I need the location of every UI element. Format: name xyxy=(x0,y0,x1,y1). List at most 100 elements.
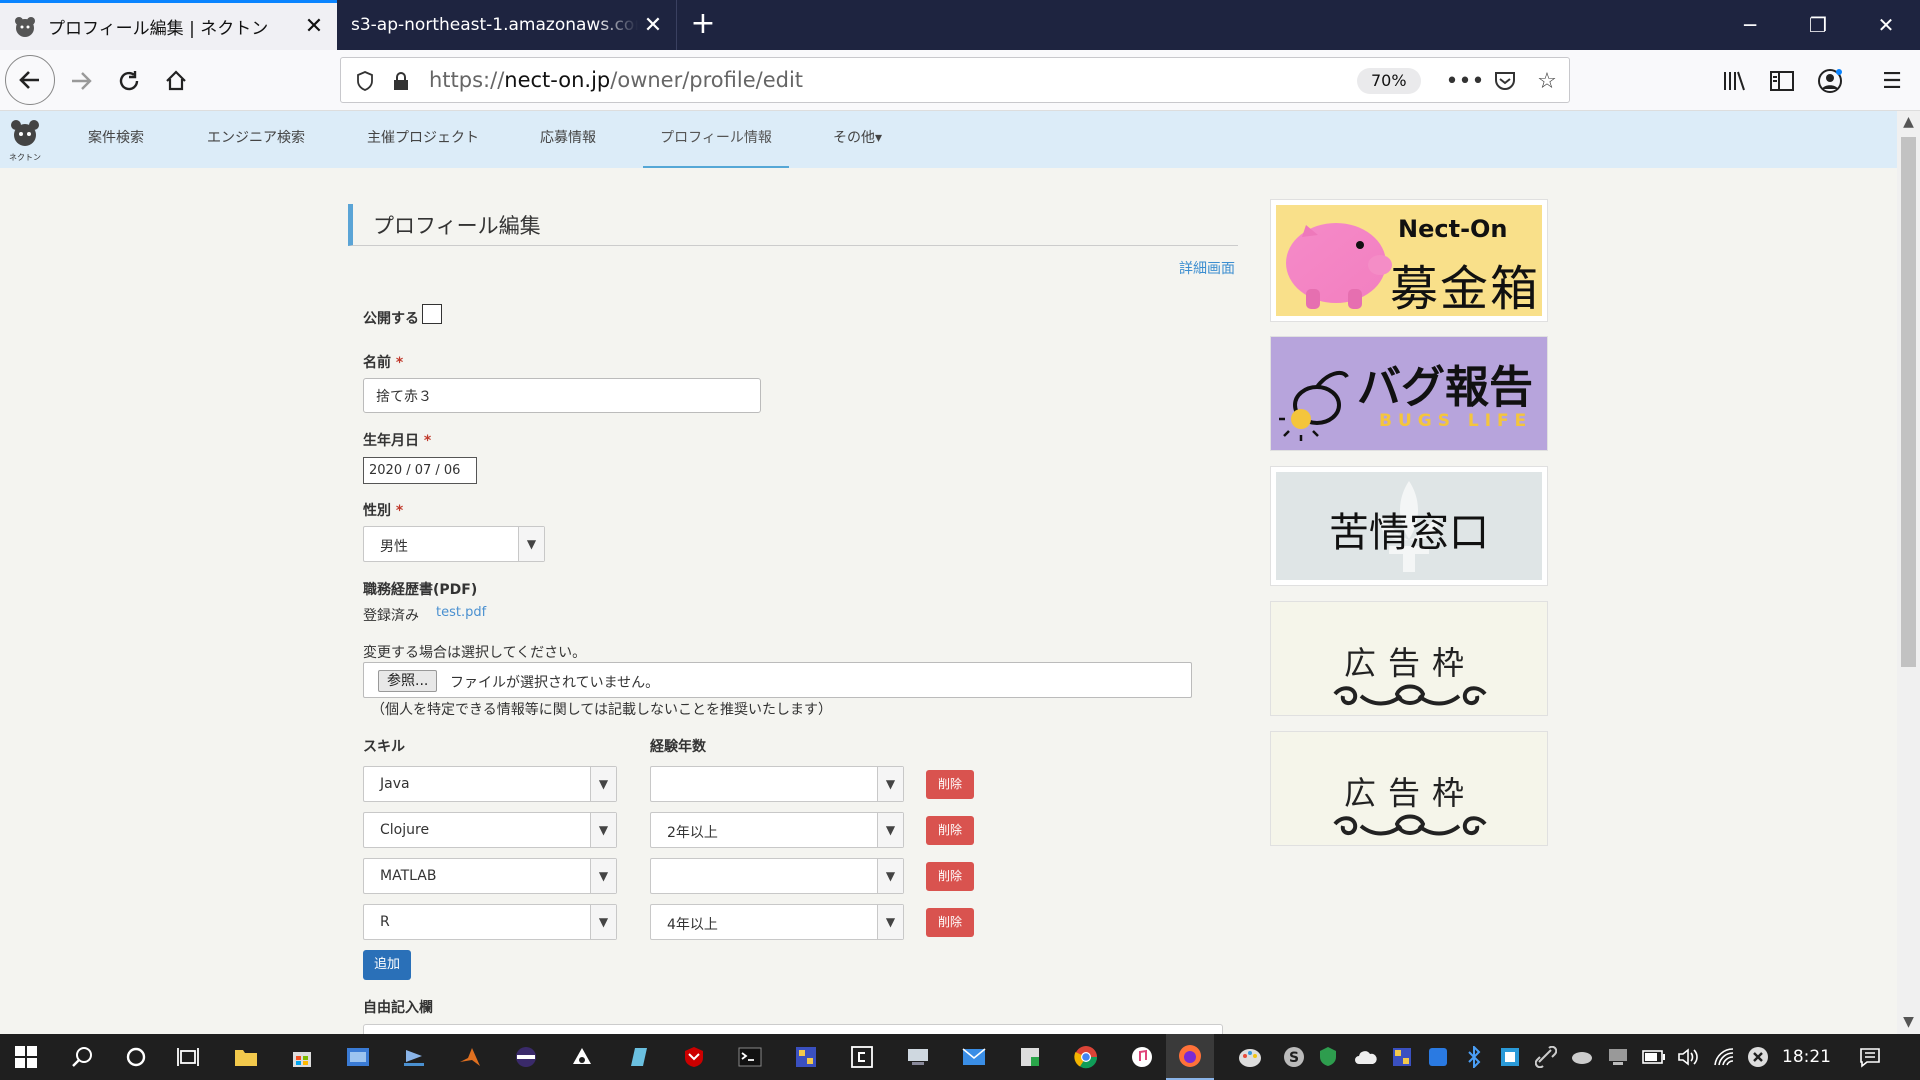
eclipse-icon[interactable] xyxy=(504,1034,548,1080)
store-icon[interactable] xyxy=(280,1034,324,1080)
git-app-icon[interactable] xyxy=(560,1034,604,1080)
site-logo[interactable]: ネクトン xyxy=(8,119,42,163)
skill-value: MATLAB xyxy=(380,868,437,884)
menu-hamburger-icon[interactable]: ☰ xyxy=(1870,56,1914,106)
more-actions-icon[interactable]: ••• xyxy=(1445,58,1485,104)
delete-skill-button[interactable]: 削除 xyxy=(926,816,974,845)
years-select[interactable]: 2年以上 ▼ xyxy=(650,812,904,848)
remote-desktop-icon[interactable] xyxy=(392,1034,436,1080)
skill-select[interactable]: R ▼ xyxy=(363,904,617,940)
code-editor-icon[interactable] xyxy=(840,1034,884,1080)
close-tab-icon[interactable]: ✕ xyxy=(299,14,329,39)
detail-view-link[interactable]: 詳細画面 xyxy=(1179,258,1235,278)
scroll-thumb[interactable] xyxy=(1901,137,1916,667)
nav-project-search[interactable]: 案件検索 xyxy=(88,111,144,168)
years-select[interactable]: ▼ xyxy=(650,858,904,894)
firefox-icon[interactable] xyxy=(1166,1034,1214,1080)
paint-app-icon[interactable] xyxy=(1228,1034,1272,1080)
pocket-icon[interactable] xyxy=(1485,58,1525,104)
terminal-icon[interactable] xyxy=(728,1034,772,1080)
add-skill-button[interactable]: 追加 xyxy=(363,950,411,980)
matlab-icon[interactable] xyxy=(448,1034,492,1080)
name-input[interactable]: 捨て赤３ xyxy=(363,378,761,413)
chevron-down-icon: ▼ xyxy=(518,527,544,561)
bug-report-banner[interactable]: バグ報告 BUGS LIFE xyxy=(1270,336,1548,451)
skill-select[interactable]: Clojure ▼ xyxy=(363,812,617,848)
cortana-icon[interactable] xyxy=(114,1034,158,1080)
nav-profile-info[interactable]: プロフィール情報 xyxy=(643,111,789,168)
notification-center-icon[interactable] xyxy=(1848,1034,1892,1080)
tab-s3[interactable]: s3-ap-northeast-1.amazonaws.com ✕ xyxy=(337,0,677,50)
zoom-level[interactable]: 70% xyxy=(1357,68,1421,94)
skill-value: Clojure xyxy=(380,822,430,838)
delete-skill-button[interactable]: 削除 xyxy=(926,908,974,937)
scroll-down-icon[interactable]: ▼ xyxy=(1897,1011,1920,1033)
complaint-window-title: 苦情窓口 xyxy=(1329,510,1489,556)
birthdate-input[interactable]: 2020 / 07 / 06 xyxy=(363,457,477,484)
mcafee-icon[interactable] xyxy=(672,1034,716,1080)
ad-slot-label: 広告枠 xyxy=(1343,644,1476,682)
forward-arrow-icon[interactable] xyxy=(56,56,106,106)
bug-report-title: バグ報告 xyxy=(1357,362,1533,413)
page-scrollbar[interactable]: ▲ ▼ xyxy=(1897,111,1920,1034)
task-view-icon[interactable] xyxy=(166,1034,210,1080)
search-icon[interactable] xyxy=(60,1034,104,1080)
close-tab-icon[interactable]: ✕ xyxy=(638,13,668,38)
file-explorer-icon[interactable] xyxy=(224,1034,268,1080)
nav-other-dropdown[interactable]: その他▾ xyxy=(833,111,882,168)
itunes-icon[interactable] xyxy=(1120,1034,1164,1080)
skill-label: スキル xyxy=(363,739,405,755)
chevron-down-icon: ▼ xyxy=(590,767,616,801)
minimize-icon[interactable]: ─ xyxy=(1716,0,1784,50)
account-icon[interactable] xyxy=(1808,56,1852,106)
sheets-app-icon[interactable] xyxy=(1008,1034,1052,1080)
resume-file-link[interactable]: test.pdf xyxy=(436,605,486,620)
bookmark-star-icon[interactable]: ☆ xyxy=(1527,58,1567,104)
shield-icon[interactable] xyxy=(345,58,385,104)
url-bar[interactable]: https://nect-on.jp/owner/profile/edit 70… xyxy=(340,57,1570,103)
editor-app-icon[interactable] xyxy=(616,1034,660,1080)
close-circle-tray-icon[interactable] xyxy=(1736,1034,1780,1080)
donation-box-banner[interactable]: Nect-On 募金箱 xyxy=(1270,199,1548,322)
taskbar-clock[interactable]: 18:21 xyxy=(1782,1034,1831,1080)
tab-profile-edit[interactable]: プロフィール編集 | ネクトン ✕ xyxy=(0,0,337,50)
sidebar-toggle-icon[interactable] xyxy=(1760,56,1804,106)
chrome-icon[interactable] xyxy=(1064,1034,1108,1080)
donation-banner-title-jp: 募金箱 xyxy=(1390,261,1541,317)
restore-icon[interactable]: ❐ xyxy=(1784,0,1852,50)
windows-start-icon[interactable] xyxy=(4,1034,48,1080)
app-window-icon[interactable] xyxy=(336,1034,380,1080)
reload-icon[interactable] xyxy=(104,56,154,106)
url-text: https://nect-on.jp/owner/profile/edit xyxy=(429,68,803,92)
scroll-up-icon[interactable]: ▲ xyxy=(1897,111,1920,133)
gender-select[interactable]: 男性 ▼ xyxy=(363,526,545,562)
ad-slot-banner[interactable]: 広告枠 xyxy=(1270,601,1548,716)
complaint-window-banner[interactable]: 苦情窓口 xyxy=(1270,466,1548,586)
delete-skill-button[interactable]: 削除 xyxy=(926,862,974,891)
network-app-icon[interactable] xyxy=(896,1034,940,1080)
years-select[interactable]: ▼ xyxy=(650,766,904,802)
resume-file-input[interactable]: 参照... ファイルが選択されていません。 xyxy=(363,662,1192,698)
skill-select[interactable]: Java ▼ xyxy=(363,766,617,802)
nav-engineer-search[interactable]: エンジニア検索 xyxy=(207,111,305,168)
birthdate-label-text: 生年月日 xyxy=(363,433,419,449)
name-label-text: 名前 xyxy=(363,355,391,371)
delete-skill-button[interactable]: 削除 xyxy=(926,770,974,799)
new-tab-icon[interactable]: + xyxy=(686,8,720,42)
mail-icon[interactable] xyxy=(952,1034,996,1080)
puzzle-app-icon[interactable] xyxy=(784,1034,828,1080)
nav-application-info[interactable]: 応募情報 xyxy=(540,111,596,168)
years-select[interactable]: 4年以上 ▼ xyxy=(650,904,904,940)
publish-checkbox[interactable] xyxy=(422,304,442,324)
url-prefix: https:// xyxy=(429,68,505,92)
close-window-icon[interactable]: ✕ xyxy=(1852,0,1920,50)
nav-hosted-projects[interactable]: 主催プロジェクト xyxy=(367,111,479,168)
home-icon[interactable] xyxy=(151,56,201,106)
browse-button[interactable]: 参照... xyxy=(378,670,438,692)
skill-select[interactable]: MATLAB ▼ xyxy=(363,858,617,894)
lock-icon[interactable] xyxy=(381,58,421,104)
library-icon[interactable] xyxy=(1712,56,1756,106)
svg-text:S: S xyxy=(1289,1050,1299,1066)
ad-slot-banner[interactable]: 広告枠 xyxy=(1270,731,1548,846)
back-arrow-icon[interactable] xyxy=(5,55,55,105)
